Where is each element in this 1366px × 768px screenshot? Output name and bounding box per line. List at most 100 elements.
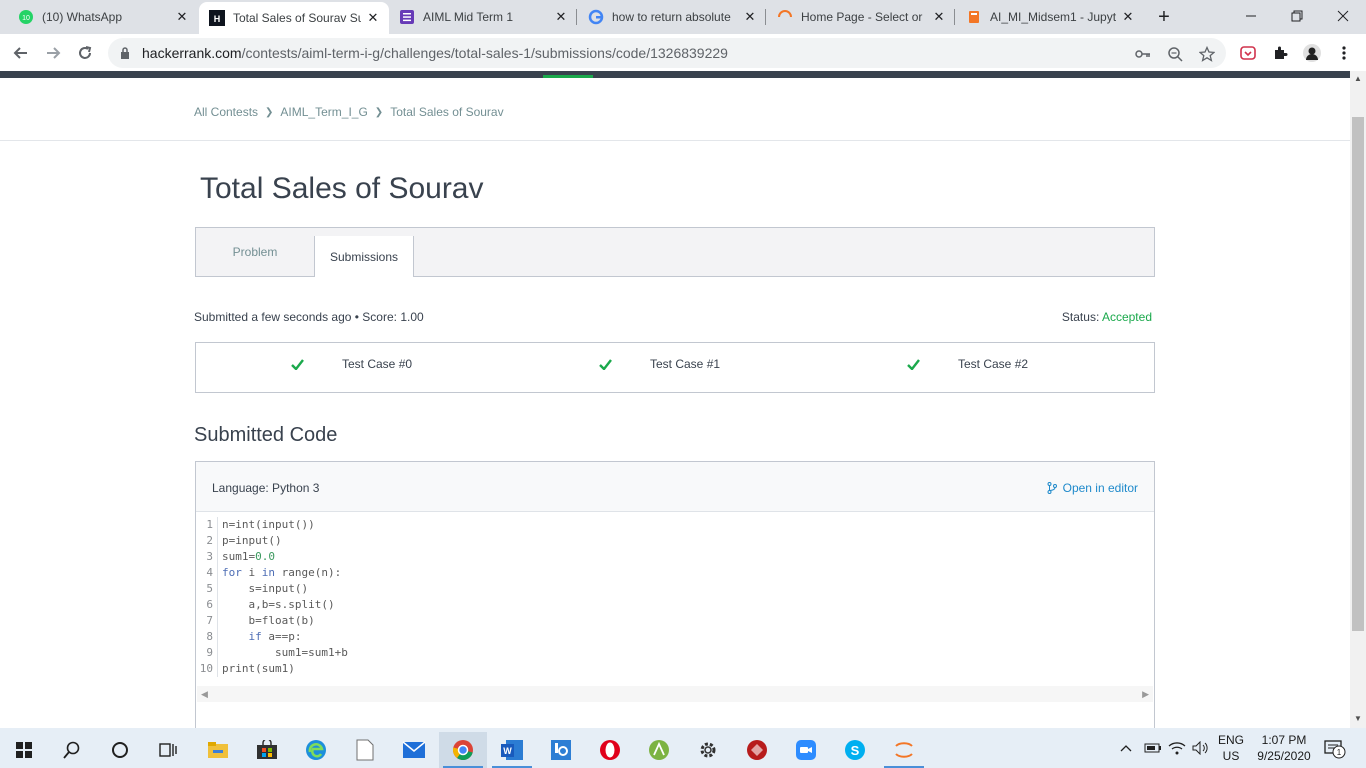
page-title: Total Sales of Sourav bbox=[200, 172, 484, 205]
browser-tab-whatsapp[interactable]: 10 (10) WhatsApp ✕ bbox=[8, 0, 198, 34]
test-case-1[interactable]: Test Case #1 bbox=[599, 357, 720, 371]
minimize-button[interactable] bbox=[1228, 0, 1274, 32]
menu-kebab-icon[interactable] bbox=[1334, 43, 1354, 63]
address-bar[interactable]: hackerrank.com/contests/aiml-term-i-g/ch… bbox=[108, 38, 1226, 68]
branch-icon bbox=[1047, 482, 1057, 494]
chrome-icon[interactable] bbox=[439, 732, 487, 768]
minimize-icon bbox=[1246, 15, 1256, 17]
reload-icon bbox=[79, 46, 92, 59]
file-explorer-icon[interactable] bbox=[194, 732, 242, 768]
breadcrumb-all-contests[interactable]: All Contests bbox=[194, 105, 258, 119]
scroll-left-icon[interactable]: ◀ bbox=[201, 689, 208, 700]
system-clock[interactable]: 1:07 PM 9/25/2020 bbox=[1250, 732, 1318, 764]
mail-icon[interactable] bbox=[390, 732, 438, 768]
battery-icon[interactable] bbox=[1144, 728, 1162, 768]
scroll-right-icon[interactable]: ▶ bbox=[1142, 689, 1149, 700]
close-tab-icon[interactable]: ✕ bbox=[1120, 9, 1136, 25]
cortana-icon[interactable] bbox=[96, 732, 144, 768]
reload-button[interactable] bbox=[72, 40, 98, 66]
clock-time: 1:07 PM bbox=[1261, 733, 1307, 747]
check-icon bbox=[291, 358, 304, 370]
open-in-editor-link[interactable]: Open in editor bbox=[1047, 481, 1138, 495]
url-text: hackerrank.com/contests/aiml-term-i-g/ch… bbox=[142, 45, 728, 61]
line-number: 6 bbox=[196, 597, 218, 613]
scroll-down-icon[interactable]: ▼ bbox=[1354, 714, 1362, 723]
code-line: 2 p=input() bbox=[196, 533, 1154, 549]
scrollbar-thumb[interactable] bbox=[1352, 117, 1364, 631]
test-case-label: Test Case #2 bbox=[958, 357, 1029, 371]
search-icon[interactable] bbox=[48, 732, 96, 768]
store-icon[interactable] bbox=[243, 732, 291, 768]
word-icon[interactable]: W bbox=[488, 732, 536, 768]
tray-overflow-icon[interactable] bbox=[1120, 728, 1132, 768]
test-case-2[interactable]: Test Case #2 bbox=[907, 357, 1028, 371]
line-number: 9 bbox=[196, 645, 218, 661]
test-case-label: Test Case #1 bbox=[650, 357, 721, 371]
input-language[interactable]: ENG US bbox=[1218, 732, 1244, 764]
windows-start-icon[interactable] bbox=[0, 732, 48, 768]
task-view-icon[interactable] bbox=[144, 732, 192, 768]
zoom-app-icon[interactable] bbox=[782, 732, 830, 768]
close-tab-icon[interactable]: ✕ bbox=[174, 9, 190, 25]
breadcrumb-challenge[interactable]: Total Sales of Sourav bbox=[390, 105, 503, 119]
notepad-icon[interactable] bbox=[341, 732, 389, 768]
clock-date: 9/25/2020 bbox=[1257, 749, 1311, 763]
restore-button[interactable] bbox=[1274, 0, 1320, 32]
close-tab-icon[interactable]: ✕ bbox=[365, 10, 381, 26]
control-panel-icon[interactable] bbox=[537, 732, 585, 768]
volume-icon[interactable] bbox=[1192, 728, 1210, 768]
pocket-extension-icon[interactable] bbox=[1238, 43, 1258, 63]
code-line: 8 if a==p: bbox=[196, 629, 1154, 645]
test-case-0[interactable]: Test Case #0 bbox=[291, 357, 412, 371]
close-window-button[interactable] bbox=[1320, 0, 1366, 32]
breadcrumb-bar: All Contests ❯ AIML_Term_I_G ❯ Total Sal… bbox=[0, 78, 1350, 141]
extensions-puzzle-icon[interactable] bbox=[1270, 43, 1290, 63]
edge-icon[interactable] bbox=[292, 732, 340, 768]
page-scrollbar[interactable]: ▲ ▼ bbox=[1350, 71, 1366, 728]
star-icon[interactable] bbox=[1198, 45, 1216, 63]
code-line: 4 for i in range(n): bbox=[196, 565, 1154, 581]
browser-tab-forms[interactable]: AIML Mid Term 1 ✕ bbox=[389, 0, 577, 34]
browser-tab-jupyter[interactable]: AI_MI_Midsem1 - Jupyt ✕ bbox=[956, 0, 1144, 34]
new-tab-button[interactable]: + bbox=[1152, 6, 1176, 28]
tab-problem[interactable]: Problem bbox=[196, 228, 314, 276]
line-number: 5 bbox=[196, 581, 218, 597]
line-number: 2 bbox=[196, 533, 218, 549]
scroll-up-icon[interactable]: ▲ bbox=[1354, 74, 1362, 83]
ruby-app-icon[interactable] bbox=[733, 732, 781, 768]
key-icon[interactable] bbox=[1134, 45, 1152, 63]
arrow-left-icon bbox=[13, 47, 27, 59]
code-line: 6 a,b=s.split() bbox=[196, 597, 1154, 613]
code-line: 9 sum1=sum1+b bbox=[196, 645, 1154, 661]
browser-tab-home[interactable]: Home Page - Select or ✕ bbox=[767, 0, 955, 34]
whatsapp-icon: 10 bbox=[18, 9, 34, 25]
zoom-icon[interactable] bbox=[1166, 45, 1184, 63]
check-icon bbox=[907, 358, 920, 370]
code-line: 5 s=input() bbox=[196, 581, 1154, 597]
tab-submissions[interactable]: Submissions bbox=[314, 236, 414, 277]
page-content: All Contests ❯ AIML_Term_I_G ❯ Total Sal… bbox=[0, 78, 1350, 728]
code-editor[interactable]: 1 n=int(input()) 2 p=input() 3 sum1=0.0 4 for i… bbox=[196, 517, 1154, 687]
android-studio-icon[interactable] bbox=[635, 732, 683, 768]
code-line-text: b=float(b) bbox=[222, 614, 315, 627]
check-icon bbox=[599, 358, 612, 370]
close-tab-icon[interactable]: ✕ bbox=[553, 9, 569, 25]
breadcrumb-contest[interactable]: AIML_Term_I_G bbox=[280, 105, 367, 119]
back-button[interactable] bbox=[8, 40, 34, 66]
language-label: Language: Python 3 bbox=[212, 481, 320, 495]
wifi-icon[interactable] bbox=[1168, 728, 1186, 768]
browser-tab-hackerrank[interactable]: H Total Sales of Sourav Su ✕ bbox=[199, 2, 389, 34]
forward-button[interactable] bbox=[40, 40, 66, 66]
profile-avatar-icon[interactable] bbox=[1302, 43, 1322, 63]
notifications-icon[interactable]: 1 bbox=[1324, 728, 1346, 768]
opera-icon[interactable] bbox=[586, 732, 634, 768]
code-line-text: sum1=sum1+b bbox=[222, 646, 348, 659]
browser-tab-google[interactable]: how to return absolute ✕ bbox=[578, 0, 766, 34]
settings-gear-icon[interactable] bbox=[684, 732, 732, 768]
skype-icon[interactable]: S bbox=[831, 732, 879, 768]
horizontal-scrollbar[interactable]: ◀ ▶ bbox=[197, 686, 1153, 702]
close-tab-icon[interactable]: ✕ bbox=[931, 9, 947, 25]
arrow-right-icon bbox=[47, 47, 61, 59]
close-tab-icon[interactable]: ✕ bbox=[742, 9, 758, 25]
jupyter-app-icon[interactable] bbox=[880, 732, 928, 768]
